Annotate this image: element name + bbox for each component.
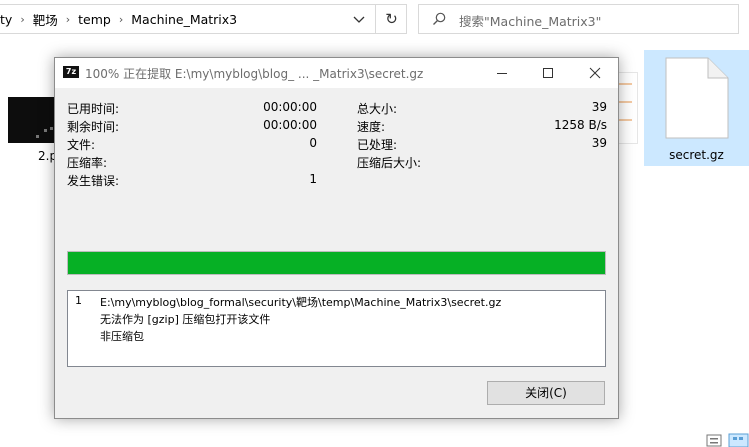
log-file-path: E:\my\myblog\blog_formal\security\靶场\tem… (100, 296, 502, 309)
total-size-value: 39 (591, 100, 607, 114)
processed-label: 已处理: (357, 138, 398, 152)
breadcrumb-item[interactable]: Machine_Matrix3 (131, 12, 237, 27)
file-item-selected[interactable]: secret.gz (644, 50, 749, 166)
search-box[interactable]: 搜索"Machine_Matrix3" (418, 4, 739, 34)
speed-label: 速度: (357, 120, 386, 134)
elapsed-time-value: 00:00:00 (263, 100, 317, 114)
breadcrumb-item[interactable]: temp (78, 12, 111, 27)
message-log[interactable]: 1 E:\my\myblog\blog_formal\security\靶场\t… (67, 290, 606, 367)
minimize-icon (497, 73, 507, 74)
chevron-right-icon[interactable]: › (119, 13, 123, 26)
stats-left: 已用时间: 00:00:00 剩余时间: 00:00:00 文件: 0 压缩率:… (67, 100, 317, 190)
breadcrumb-item[interactable]: 靶场 (33, 10, 58, 29)
dialog-title: 100% 正在提取 E:\my\myblog\blog_ ... _Matrix… (85, 67, 424, 81)
chevron-right-icon[interactable]: › (20, 13, 24, 26)
remaining-time-value: 00:00:00 (263, 118, 317, 132)
close-icon (589, 67, 601, 79)
extract-progress-dialog: 7z 100% 正在提取 E:\my\myblog\blog_ ... _Mat… (54, 57, 619, 419)
stats-right: 总大小: 39 速度: 1258 B/s 已处理: 39 压缩后大小: (357, 100, 607, 172)
remaining-time-label: 剩余时间: (67, 120, 120, 134)
total-size-label: 总大小: (357, 102, 398, 116)
log-error-detail: 非压缩包 (100, 330, 144, 343)
7zip-app-icon: 7z (63, 66, 79, 78)
address-bar[interactable]: ty › 靶场 › temp › Machine_Matrix3 ↻ (0, 4, 407, 34)
chevron-right-icon[interactable]: › (66, 13, 70, 26)
progress-bar (67, 251, 606, 275)
view-toggle-icons[interactable] (706, 433, 749, 447)
refresh-icon: ↻ (385, 10, 398, 28)
speed-value: 1258 B/s (554, 118, 607, 132)
maximize-button[interactable] (525, 58, 571, 88)
search-icon (433, 12, 446, 25)
minimize-button[interactable] (479, 58, 525, 88)
errors-label: 发生错误: (67, 174, 120, 188)
breadcrumb: ty › 靶场 › temp › Machine_Matrix3 (0, 5, 237, 33)
search-placeholder: 搜索"Machine_Matrix3" (459, 14, 602, 29)
chevron-down-icon[interactable] (351, 11, 367, 27)
file-name: secret.gz (669, 148, 724, 162)
elapsed-time-label: 已用时间: (67, 102, 120, 116)
compression-ratio-label: 压缩率: (67, 156, 108, 170)
files-label: 文件: (67, 138, 96, 152)
compressed-size-label: 压缩后大小: (357, 156, 422, 170)
breadcrumb-item[interactable]: ty (0, 12, 12, 27)
close-window-button[interactable] (572, 58, 618, 88)
close-button[interactable]: 关闭(C) (487, 381, 605, 405)
maximize-icon (543, 68, 553, 78)
log-item-number: 1 (75, 294, 82, 307)
refresh-button[interactable]: ↻ (375, 5, 407, 33)
file-icon (665, 57, 729, 139)
progress-bar-fill (68, 252, 605, 274)
title-bar[interactable]: 7z 100% 正在提取 E:\my\myblog\blog_ ... _Mat… (55, 58, 618, 88)
image-thumbnail-icon[interactable] (8, 97, 58, 143)
log-error-message: 无法作为 [gzip] 压缩包打开该文件 (100, 313, 271, 326)
files-value: 0 (309, 136, 317, 150)
errors-value: 1 (309, 172, 317, 186)
processed-value: 39 (591, 136, 607, 150)
